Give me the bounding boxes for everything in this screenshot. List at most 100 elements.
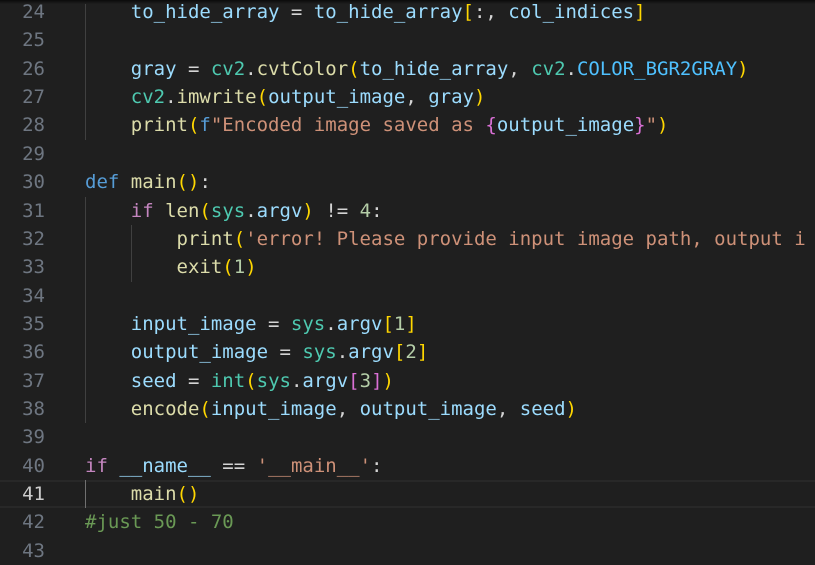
line-number: 34 (22, 284, 45, 307)
code-text: def main(): (85, 168, 211, 196)
editor-top-shadow (0, 0, 815, 4)
code-line[interactable]: 34 (0, 281, 815, 310)
token-var: output_image (130, 341, 269, 364)
code-line[interactable]: 33 exit(1) (0, 253, 815, 282)
token-b0: ] (416, 341, 429, 364)
token-num: 3 (359, 369, 372, 392)
token-var: input_image (210, 398, 337, 421)
token-b0: ) (245, 256, 257, 279)
code-text: seed = int(sys.argv[3]) (131, 367, 394, 395)
code-text: cv2.imwrite(output_image, gray) (131, 83, 486, 111)
token-b0: ) (187, 483, 200, 506)
token-b0: ) (382, 369, 394, 392)
code-line[interactable]: 31 if len(sys.argv) != 4: (0, 196, 815, 225)
code-line[interactable]: 38 encode(input_image, output_image, seed… (0, 395, 815, 424)
line-number: 31 (22, 199, 45, 222)
code-editor[interactable]: 24 to_hide_array = to_hide_array[:, col_i… (0, 0, 815, 565)
code-line[interactable]: 41 main() (0, 480, 815, 509)
indent-guide (85, 366, 86, 396)
token-b1: ] (371, 369, 383, 392)
token-var: argv (348, 341, 394, 364)
token-cls: sys (302, 341, 337, 364)
token-op (119, 171, 130, 193)
token-op: = (176, 369, 211, 392)
token-b0: ) (188, 171, 200, 194)
code-line[interactable]: 39 (0, 423, 815, 451)
token-var: output_image (496, 114, 635, 137)
token-b0: ) (657, 114, 669, 137)
code-line[interactable]: 43 (0, 537, 815, 565)
token-cls: sys (290, 312, 326, 335)
line-number: 25 (22, 29, 45, 52)
token-cls: cv2 (531, 57, 566, 80)
code-line[interactable]: 36 output_image = sys.argv[2] (0, 338, 815, 367)
token-str: '__main__' (256, 454, 372, 477)
token-op: . (245, 199, 257, 222)
token-op: :, (473, 1, 509, 23)
line-number: 33 (22, 256, 45, 279)
token-var: to_hide_array (359, 57, 509, 80)
token-op: . (336, 341, 349, 364)
code-line[interactable]: 25 (0, 26, 815, 55)
token-fn: encode (130, 398, 200, 421)
indent-guide (85, 54, 86, 84)
code-line[interactable]: 27 cv2.imwrite(output_image, gray) (0, 83, 815, 112)
line-number: 36 (22, 341, 45, 364)
token-b0: [ (462, 1, 474, 23)
indent-guide (85, 26, 86, 55)
indent-guide (85, 395, 86, 424)
token-cls: int (210, 369, 246, 392)
token-cls: sys (256, 369, 291, 392)
code-text: if __name__ == '__main__': (85, 452, 382, 480)
token-op: . (245, 57, 257, 80)
code-line[interactable]: 35 input_image = sys.argv[1] (0, 309, 815, 339)
token-str: "Encoded image saved as (210, 114, 486, 137)
token-var: argv (302, 369, 349, 392)
token-kw: def (85, 171, 120, 194)
token-b0: ( (199, 199, 211, 222)
token-fn: print (130, 114, 188, 137)
token-b0: ( (187, 114, 200, 137)
token-op: . (165, 86, 177, 109)
code-text: encode(input_image, output_image, seed) (131, 395, 577, 423)
code-line[interactable]: 28 print(f"Encoded image saved as {output… (0, 111, 815, 140)
line-number: 40 (22, 454, 45, 477)
code-line[interactable]: 26 gray = cv2.cvtColor(to_hide_array, cv2… (0, 54, 815, 84)
token-op: != (313, 199, 360, 222)
code-line[interactable]: 29 (0, 140, 815, 168)
code-text: output_image = sys.argv[2] (131, 338, 429, 366)
code-line[interactable]: 30 def main(): (0, 168, 815, 196)
code-text: main() (131, 480, 200, 508)
line-number: 39 (22, 426, 45, 449)
code-line[interactable]: 37 seed = int(sys.argv[3]) (0, 366, 815, 396)
token-op: , (405, 86, 429, 109)
token-op: , (336, 398, 360, 421)
token-var: __name__ (119, 454, 211, 477)
token-var: col_indices (508, 1, 635, 23)
token-fn: imwrite (176, 86, 257, 109)
token-b0: ( (245, 369, 257, 392)
token-num: 2 (405, 341, 417, 364)
token-var: gray (428, 86, 474, 109)
line-number: 38 (22, 398, 45, 421)
token-b0: ] (405, 312, 417, 335)
indent-guide (130, 253, 132, 282)
indent-guide (85, 196, 86, 225)
token-var: to_hide_array (130, 1, 280, 23)
code-text: print('error! Please provide input image… (177, 225, 806, 253)
token-op: , (496, 398, 520, 421)
token-var: to_hide_array (313, 1, 463, 23)
code-line[interactable]: 40 if __name__ == '__main__': (0, 452, 815, 480)
code-line[interactable]: 42 #just 50 - 70 (0, 508, 815, 536)
token-b0: ] (634, 1, 646, 23)
token-cls: cv2 (210, 57, 246, 80)
token-var: input_image (130, 312, 257, 335)
token-op: . (565, 57, 577, 80)
token-str: 'error! Please provide input image path,… (245, 227, 806, 250)
token-op: , (508, 57, 532, 80)
token-fn: len (165, 199, 200, 222)
line-number: 28 (22, 114, 45, 137)
token-op (154, 200, 165, 222)
code-line[interactable]: 32 print('error! Please provide input ima… (0, 224, 815, 254)
token-ctl: if (85, 454, 108, 477)
